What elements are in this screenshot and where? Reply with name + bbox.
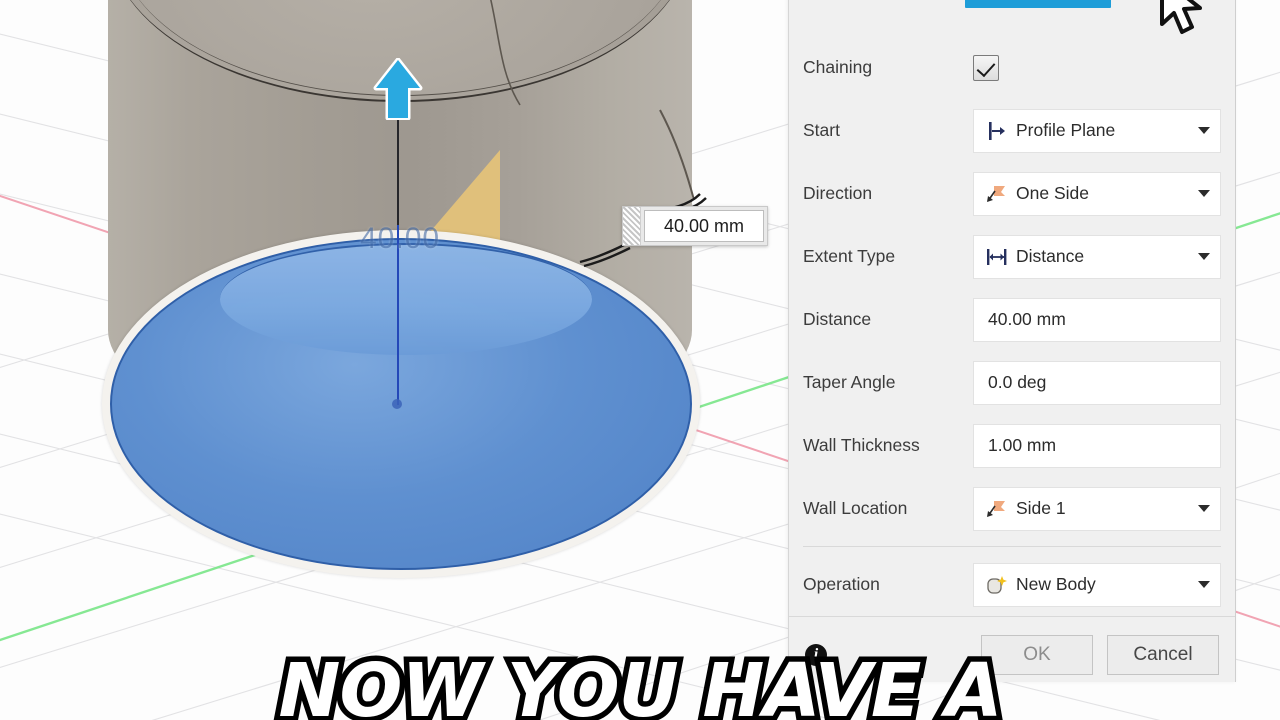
extrude-property-panel: Chaining Start Profile Plane Direction O… [788,0,1236,682]
wall-location-label: Wall Location [803,498,908,518]
app-root: 40.00 40.00 mm Chaining Start Profile Pl… [0,0,1280,720]
panel-divider [803,546,1221,547]
dimension-input-box[interactable]: 40.00 mm [622,206,768,246]
start-control[interactable]: Profile Plane [973,108,1221,153]
model-dimension-label: 40.00 [360,222,441,255]
dimension-value-input[interactable]: 40.00 mm [644,210,764,242]
row-wall-thickness: Wall Thickness 1.00 mm [803,414,1221,477]
chevron-down-icon[interactable] [1198,190,1210,197]
wall-location-control[interactable]: Side 1 [973,486,1221,531]
row-wall-location: Wall Location Side 1 [803,477,1221,540]
new-body-icon [984,573,1010,597]
operation-dropdown[interactable]: New Body [973,562,1221,607]
extent-type-control[interactable]: Distance [973,234,1221,279]
row-taper-angle: Taper Angle 0.0 deg [803,351,1221,414]
direction-label: Direction [803,183,873,203]
wall-location-dropdown[interactable]: Side 1 [973,486,1221,531]
wall-thickness-input[interactable]: 1.00 mm [973,423,1221,468]
side-1-arrow-icon [984,497,1010,521]
chaining-label: Chaining [803,57,873,77]
origin-point [392,399,402,409]
extent-type-label: Extent Type [803,246,896,266]
operation-value: New Body [1016,574,1096,594]
wall-thickness-control[interactable]: 1.00 mm [973,423,1221,468]
drag-grip[interactable] [623,207,641,245]
distance-input[interactable]: 40.00 mm [973,297,1221,342]
chevron-down-icon[interactable] [1198,253,1210,260]
chaining-checkbox[interactable] [973,54,999,81]
start-label: Start [803,120,840,140]
start-dropdown[interactable]: Profile Plane [973,108,1221,153]
selection-active-button[interactable] [965,0,1111,8]
extrude-profile-cap[interactable] [220,243,592,355]
chaining-control[interactable] [973,54,1221,81]
operation-label: Operation [803,574,880,594]
row-start: Start Profile Plane [803,99,1221,162]
extent-type-value: Distance [1016,246,1085,266]
distance-extent-icon [984,245,1010,269]
start-value: Profile Plane [1016,120,1116,140]
row-operation: Operation New Body [803,553,1221,616]
row-direction: Direction One Side [803,162,1221,225]
mouse-cursor-icon [1160,0,1202,34]
chevron-down-icon[interactable] [1198,127,1210,134]
chevron-down-icon[interactable] [1198,505,1210,512]
profile-plane-icon [984,119,1010,143]
direction-dropdown[interactable]: One Side [973,171,1221,216]
caption-overlay: NOW YOU HAVE A [273,643,1008,720]
wall-thickness-label: Wall Thickness [803,435,920,455]
taper-angle-label: Taper Angle [803,372,896,392]
extent-type-dropdown[interactable]: Distance [973,234,1221,279]
row-distance: Distance 40.00 mm [803,288,1221,351]
row-extent-type: Extent Type Distance [803,225,1221,288]
taper-angle-input[interactable]: 0.0 deg [973,360,1221,405]
one-side-arrow-icon [984,182,1010,206]
operation-control[interactable]: New Body [973,562,1221,607]
distance-control[interactable]: 40.00 mm [973,297,1221,342]
chevron-down-icon[interactable] [1198,581,1210,588]
up-arrow-manipulator[interactable] [372,58,424,120]
direction-value: One Side [1016,183,1089,203]
taper-angle-control[interactable]: 0.0 deg [973,360,1221,405]
panel-body: Chaining Start Profile Plane Direction O… [789,0,1235,616]
wall-location-value: Side 1 [1016,498,1066,518]
distance-label: Distance [803,309,872,329]
direction-control[interactable]: One Side [973,171,1221,216]
